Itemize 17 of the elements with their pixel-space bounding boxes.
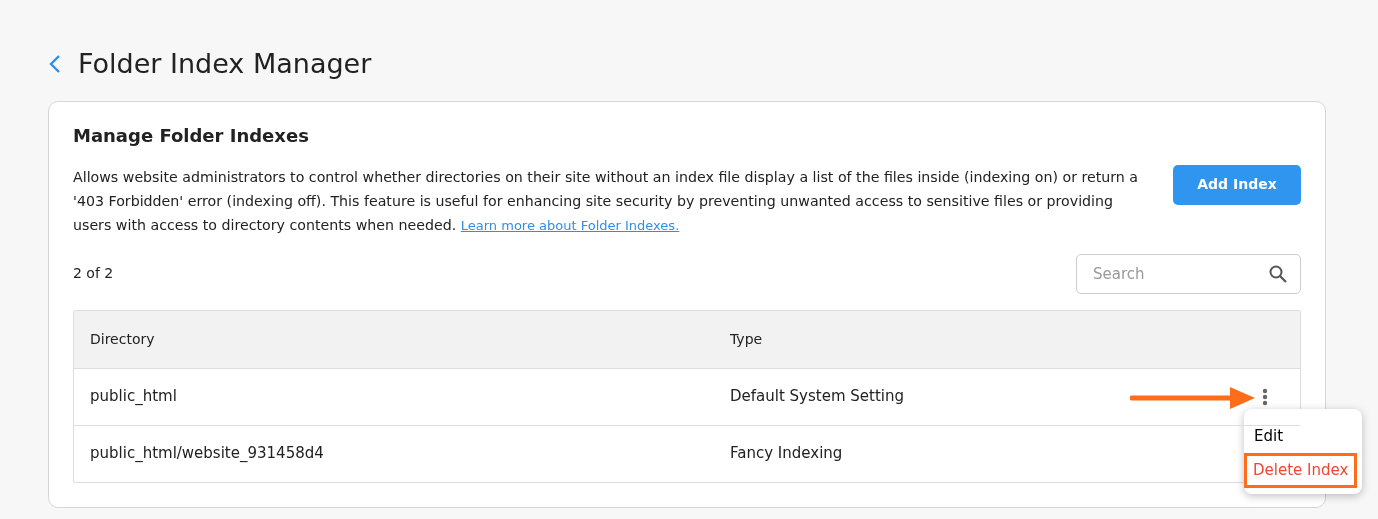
column-header: Type [730,330,763,347]
delete-menu-item[interactable]: Delete Index [1244,453,1358,488]
description: Allows website administrators to control whether directories on their site without an index file display a list of the files inside (indexing on) or return a '403 Forbidden' error (indexing off). This feature is useful for enhancing site security by preventing unwanted access to sensitive files or providing users with access to directory contents when needed. Learn more about Folder Indexes. [73,167,1140,235]
learn-more-link[interactable]: Learn more about Folder Indexes. [460,217,680,233]
column-header: Directory [90,330,155,347]
search-field[interactable]: Search [1076,253,1301,294]
search-icon[interactable] [1269,264,1287,283]
result-count: 2 of 2 [73,264,114,283]
table-cell: Fancy Indexing [730,444,843,463]
card-title: Manage Folder Indexes [73,123,310,148]
table-cell: Default System Setting [730,387,904,406]
more-options-icon[interactable] [1262,387,1268,406]
page-title: Folder Index Manager [78,47,372,81]
menu-item[interactable]: Edit [1250,418,1288,453]
table-cell: public_html/website_931458d4 [90,444,324,463]
table-cell: public_html [90,387,177,406]
add-index-button[interactable]: Add Index [1173,164,1301,205]
